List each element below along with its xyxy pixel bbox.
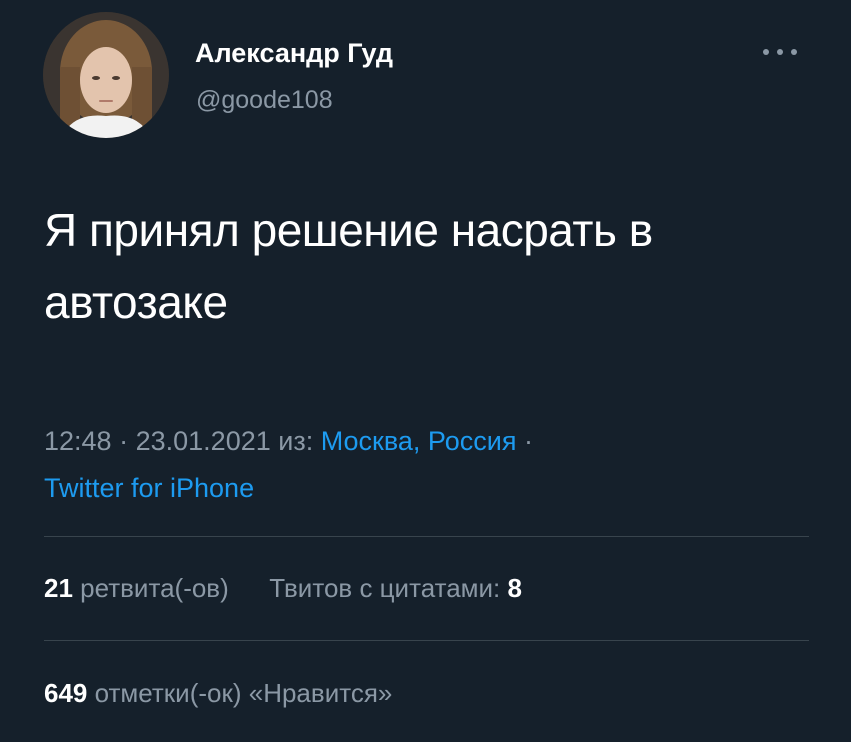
tweet-text-line: Я принял решение насрать в (44, 204, 653, 256)
quotes-link[interactable]: Твитов с цитатами: 8 (269, 573, 522, 603)
tweet-meta: 12:48 · 23.01.2021 из: Москва, Россия · … (44, 418, 814, 512)
avatar-photo (43, 12, 169, 138)
tweet-text-line: автозаке (44, 276, 228, 328)
tweet-text: Я принял решение насрать в автозаке (44, 194, 804, 338)
quotes-label: Твитов с цитатами: (269, 573, 501, 603)
dot-icon (791, 49, 797, 55)
retweets-count: 21 (44, 573, 73, 603)
divider (44, 640, 809, 641)
like-stats: 649 отметки(-ок) «Нравится» (44, 678, 392, 709)
likes-count: 649 (44, 678, 88, 708)
avatar[interactable] (43, 12, 169, 138)
dot-icon (777, 49, 783, 55)
more-options-icon[interactable] (763, 44, 797, 60)
likes-link[interactable]: 649 отметки(-ок) «Нравится» (44, 678, 392, 708)
meta-separator: · (119, 426, 129, 456)
tweet-date[interactable]: 23.01.2021 (136, 426, 271, 456)
from-label: из: (278, 426, 314, 456)
likes-label: отметки(-ок) «Нравится» (94, 678, 393, 708)
tweet-time[interactable]: 12:48 (44, 426, 112, 456)
divider (44, 536, 809, 537)
dot-icon (763, 49, 769, 55)
author-name[interactable]: Александр Гуд (195, 38, 393, 69)
source-link[interactable]: Twitter for iPhone (44, 473, 254, 503)
location-link[interactable]: Москва, Россия (321, 426, 517, 456)
quotes-count: 8 (507, 573, 522, 603)
author-handle[interactable]: @goode108 (196, 86, 333, 115)
meta-separator: · (524, 426, 533, 456)
retweets-link[interactable]: 21 ретвита(-ов) (44, 573, 236, 603)
retweet-stats: 21 ретвита(-ов) Твитов с цитатами: 8 (44, 573, 522, 604)
retweets-label: ретвита(-ов) (80, 573, 229, 603)
